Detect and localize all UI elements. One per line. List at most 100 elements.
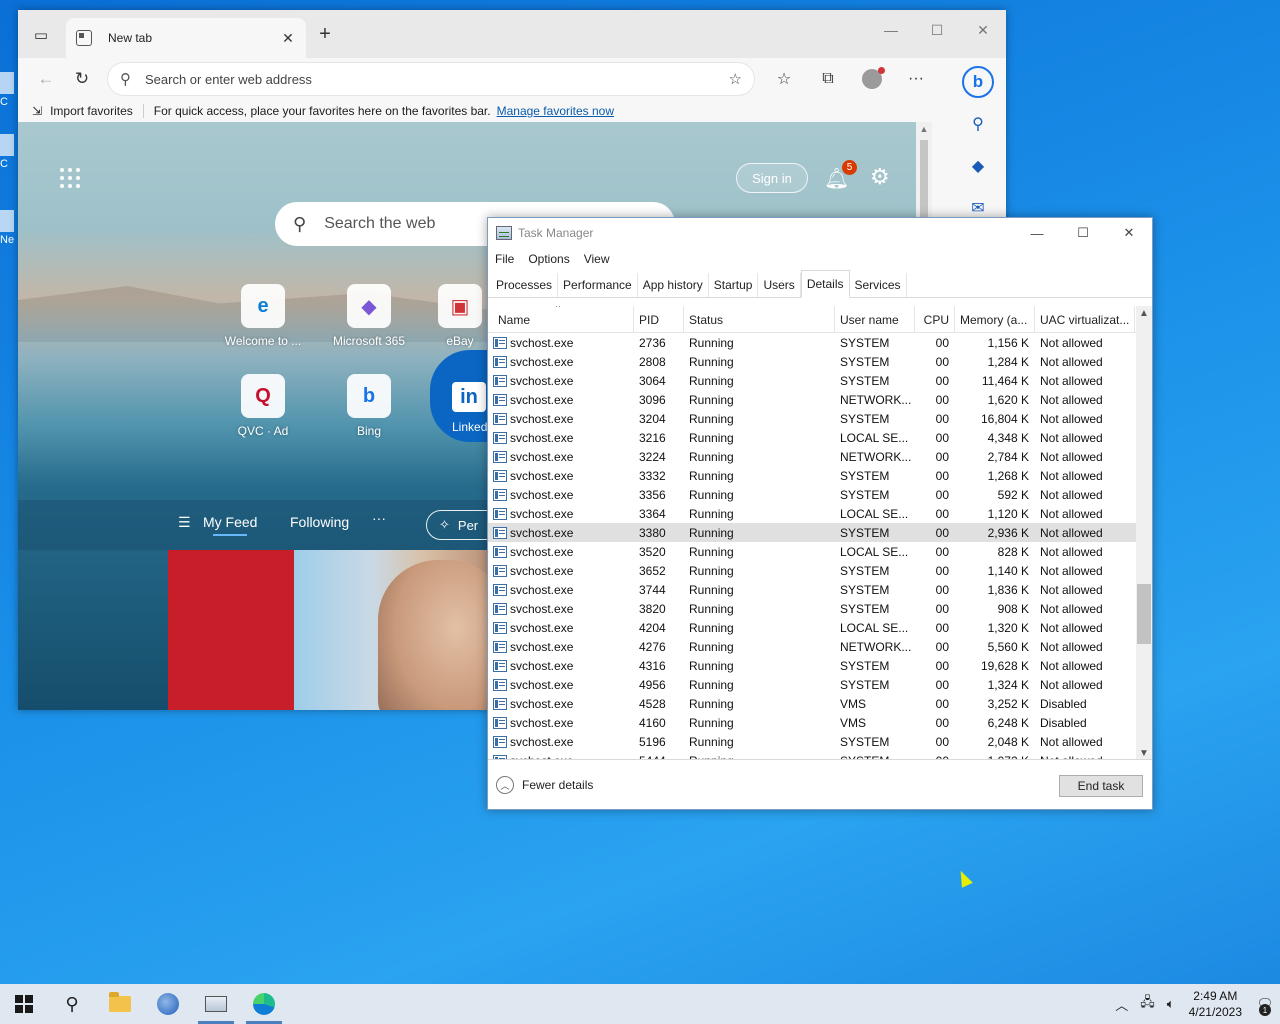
chevron-up-icon[interactable]: ︿: [496, 776, 514, 794]
manage-favorites-link[interactable]: Manage favorites now: [497, 104, 614, 118]
sign-in-button[interactable]: Sign in: [736, 163, 808, 193]
menu-file[interactable]: File: [495, 252, 514, 266]
table-row[interactable]: svchost.exe 3356 Running SYSTEM 00 592 K Not a…: [488, 485, 1136, 504]
close-button[interactable]: ✕: [960, 10, 1006, 50]
action-center-button[interactable]: 🗨︎ 1: [1250, 984, 1280, 1024]
clock[interactable]: 2:49 AM 4/21/2023: [1189, 988, 1242, 1020]
table-row[interactable]: svchost.exe 3380 Running SYSTEM 00 2,936 K Not…: [488, 523, 1136, 542]
microsoft-365-icon[interactable]: ◆: [964, 150, 992, 182]
table-row[interactable]: svchost.exe 4276 Running NETWORK... 00 5,560 …: [488, 637, 1136, 656]
table-row[interactable]: svchost.exe 3820 Running SYSTEM 00 908 K Not a…: [488, 599, 1136, 618]
scroll-down-icon[interactable]: ▼: [1136, 748, 1152, 759]
show-hidden-icons-chevron-icon[interactable]: ︿: [1115, 995, 1128, 1014]
desktop-icon-3[interactable]: Ne: [0, 210, 18, 250]
fewer-details-link[interactable]: Fewer details: [522, 778, 593, 792]
desktop-icon-2[interactable]: C: [0, 134, 18, 174]
minimize-button[interactable]: —: [1014, 218, 1060, 248]
table-scrollbar[interactable]: ▲ ▼: [1136, 306, 1152, 759]
quick-link-ebay[interactable]: ▣ eBay: [430, 284, 490, 348]
new-tab-button[interactable]: +: [314, 24, 336, 44]
tab-services[interactable]: Services: [850, 273, 907, 297]
tab-details[interactable]: Details: [800, 270, 850, 298]
profile-button[interactable]: [850, 63, 894, 95]
start-button[interactable]: [0, 984, 48, 1024]
scrollbar-thumb[interactable]: [1137, 584, 1151, 644]
network-icon[interactable]: 🖧: [1140, 993, 1155, 1015]
table-row[interactable]: svchost.exe 4316 Running SYSTEM 00 19,628 K No…: [488, 656, 1136, 675]
column-header-pid[interactable]: PID: [634, 306, 684, 333]
table-row[interactable]: svchost.exe 3332 Running SYSTEM 00 1,268 K Not…: [488, 466, 1136, 485]
back-arrow-icon[interactable]: ←: [28, 63, 64, 95]
maximize-button[interactable]: ☐: [914, 10, 960, 50]
quick-link-welcome[interactable]: e Welcome to ...: [218, 284, 308, 348]
tab-new-tab[interactable]: New tab ✕: [66, 18, 306, 58]
column-header-uac-virtualization[interactable]: UAC virtualizat...: [1035, 306, 1135, 333]
favorites-icon[interactable]: ☆: [762, 63, 806, 95]
scroll-up-icon[interactable]: ▲: [1136, 308, 1152, 319]
minimize-button[interactable]: —: [868, 10, 914, 50]
table-row[interactable]: svchost.exe 2736 Running SYSTEM 00 1,156 K Not…: [488, 333, 1136, 352]
taskbar-search-icon[interactable]: ⚲: [48, 984, 96, 1024]
table-row[interactable]: svchost.exe 2808 Running SYSTEM 00 1,284 K Not…: [488, 352, 1136, 371]
address-input[interactable]: [145, 71, 729, 87]
tab-processes[interactable]: Processes: [491, 273, 559, 297]
column-header-memory[interactable]: Memory (a...: [955, 306, 1035, 333]
edge-taskbar-button[interactable]: [240, 984, 288, 1024]
menu-options[interactable]: Options: [528, 252, 569, 266]
file-explorer-button[interactable]: [96, 984, 144, 1024]
table-row[interactable]: svchost.exe 3064 Running SYSTEM 00 11,464 K No…: [488, 371, 1136, 390]
table-row[interactable]: svchost.exe 3744 Running SYSTEM 00 1,836 K Not…: [488, 580, 1136, 599]
task-manager-taskbar-button[interactable]: [192, 984, 240, 1024]
maximize-button[interactable]: ☐: [1060, 218, 1106, 248]
tab-performance[interactable]: Performance: [558, 273, 638, 297]
address-bar[interactable]: ⚲ ☆: [108, 63, 754, 95]
quick-link-qvc-ad[interactable]: Q QVC · Ad: [218, 374, 308, 438]
tab-users[interactable]: Users: [758, 273, 801, 297]
column-header-status[interactable]: Status: [684, 306, 835, 333]
table-row[interactable]: svchost.exe 5196 Running SYSTEM 00 2,048 K Not…: [488, 732, 1136, 751]
table-row[interactable]: svchost.exe 3224 Running NETWORK... 00 2,784 …: [488, 447, 1136, 466]
tab-startup[interactable]: Startup: [709, 273, 759, 297]
tab-following[interactable]: Following: [290, 514, 349, 530]
table-row[interactable]: svchost.exe 4528 Running VMS 00 3,252 K Disabl…: [488, 694, 1136, 713]
table-row[interactable]: svchost.exe 4956 Running SYSTEM 00 1,324 K Not…: [488, 675, 1136, 694]
tab-actions-icon[interactable]: ▭: [28, 24, 54, 46]
column-header-name[interactable]: ^ Name: [488, 306, 634, 333]
news-card-image[interactable]: [168, 550, 508, 710]
page-settings-gear-icon[interactable]: ⚙: [870, 164, 890, 190]
table-row[interactable]: svchost.exe 3204 Running SYSTEM 00 16,804 K No…: [488, 409, 1136, 428]
tab-close-icon[interactable]: ✕: [280, 30, 296, 47]
sidebar-search-icon[interactable]: ⚲: [964, 108, 992, 140]
table-row[interactable]: svchost.exe 3652 Running SYSTEM 00 1,140 K Not…: [488, 561, 1136, 580]
add-favorite-icon[interactable]: ☆: [729, 70, 742, 88]
tab-app-history[interactable]: App history: [638, 273, 709, 297]
menu-view[interactable]: View: [584, 252, 610, 266]
quick-link-bing[interactable]: b Bing: [324, 374, 414, 438]
table-row[interactable]: svchost.exe 5444RunningSYSTEM001,072 KNot…: [488, 751, 1136, 759]
table-row[interactable]: svchost.exe 4204 Running LOCAL SE... 00 1,320…: [488, 618, 1136, 637]
tab-my-feed[interactable]: My Feed: [203, 514, 257, 536]
column-header-user-name[interactable]: User name: [835, 306, 915, 333]
notifications-bell-icon[interactable]: 🔔︎ 5: [824, 160, 857, 191]
table-row[interactable]: svchost.exe 3520 Running LOCAL SE... 00 828 K…: [488, 542, 1136, 561]
refresh-icon[interactable]: ↻: [64, 63, 100, 95]
bing-chat-icon[interactable]: b: [962, 66, 994, 98]
volume-icon[interactable]: 🔈︎: [1167, 996, 1175, 1012]
feed-more-icon[interactable]: ···: [372, 510, 386, 526]
column-header-cpu[interactable]: CPU: [915, 306, 955, 333]
taskbar-app-button[interactable]: [144, 984, 192, 1024]
table-row[interactable]: svchost.exe 3364 Running LOCAL SE... 00 1,120…: [488, 504, 1136, 523]
app-launcher-icon[interactable]: [60, 168, 80, 188]
desktop-icon-1[interactable]: C: [0, 72, 18, 112]
table-row[interactable]: svchost.exe 3096 Running NETWORK... 00 1,620 …: [488, 390, 1136, 409]
close-button[interactable]: ✕: [1106, 218, 1152, 248]
more-options-icon[interactable]: ···: [894, 63, 938, 95]
import-favorites-button[interactable]: ⇲ Import favorites: [32, 104, 144, 118]
feed-menu-icon[interactable]: ☰: [178, 514, 191, 531]
collections-icon[interactable]: ⧉: [806, 63, 850, 95]
end-task-button[interactable]: End task: [1059, 775, 1143, 797]
table-row[interactable]: svchost.exe 3216 Running LOCAL SE... 00 4,348…: [488, 428, 1136, 447]
table-row[interactable]: svchost.exe 4160 Running VMS 00 6,248 K Disabl…: [488, 713, 1136, 732]
quick-link-microsoft-365[interactable]: ◆ Microsoft 365: [324, 284, 414, 348]
scrollbar-thumb[interactable]: [920, 140, 928, 220]
